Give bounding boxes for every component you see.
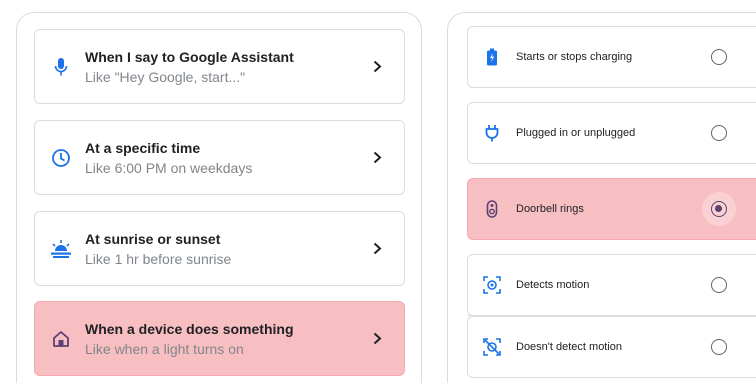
no-motion-icon bbox=[482, 317, 502, 377]
chevron-right-icon bbox=[370, 212, 384, 285]
clock-icon bbox=[50, 121, 72, 194]
mic-icon bbox=[50, 30, 72, 103]
starter-subtitle: Like when a light turns on bbox=[85, 340, 244, 357]
event-row-motion[interactable]: Detects motion bbox=[467, 254, 756, 316]
event-label: Plugged in or unplugged bbox=[516, 127, 636, 139]
event-radio[interactable] bbox=[711, 49, 727, 65]
starter-subtitle: Like 1 hr before sunrise bbox=[85, 250, 232, 267]
starter-subtitle: Like "Hey Google, start..." bbox=[85, 68, 246, 85]
event-row-doorbell[interactable]: Doorbell rings bbox=[467, 178, 756, 240]
motion-sensor-icon bbox=[482, 255, 502, 315]
sunrise-icon bbox=[50, 212, 72, 285]
starter-title: When I say to Google Assistant bbox=[85, 48, 294, 65]
house-icon bbox=[50, 302, 72, 375]
chevron-right-icon bbox=[370, 121, 384, 194]
event-radio[interactable] bbox=[711, 277, 727, 293]
event-row-no-motion[interactable]: Doesn't detect motion bbox=[467, 316, 756, 378]
event-label: Starts or stops charging bbox=[516, 51, 633, 63]
event-label: Doesn't detect motion bbox=[516, 341, 623, 353]
event-radio[interactable] bbox=[711, 125, 727, 141]
plug-icon bbox=[482, 103, 502, 163]
chevron-right-icon bbox=[370, 302, 384, 375]
event-label: Doorbell rings bbox=[516, 203, 584, 215]
doorbell-icon bbox=[482, 179, 502, 239]
event-radio-selected[interactable] bbox=[711, 201, 727, 217]
event-label: Detects motion bbox=[516, 279, 590, 291]
battery-charging-icon bbox=[482, 27, 502, 87]
starter-type-panel: When I say to Google Assistant Like "Hey… bbox=[16, 12, 422, 383]
starter-card-device[interactable]: When a device does something Like when a… bbox=[34, 301, 405, 376]
event-radio[interactable] bbox=[711, 339, 727, 355]
starter-card-time[interactable]: At a specific time Like 6:00 PM on weekd… bbox=[34, 120, 405, 195]
event-row-plug[interactable]: Plugged in or unplugged bbox=[467, 102, 756, 164]
starter-title: At a specific time bbox=[85, 139, 201, 156]
chevron-right-icon bbox=[370, 30, 384, 103]
starter-title: When a device does something bbox=[85, 320, 294, 337]
event-row-charging[interactable]: Starts or stops charging bbox=[467, 26, 756, 88]
starter-card-assistant[interactable]: When I say to Google Assistant Like "Hey… bbox=[34, 29, 405, 104]
device-event-panel: Starts or stops charging Plugged in or u… bbox=[447, 12, 756, 383]
starter-subtitle: Like 6:00 PM on weekdays bbox=[85, 159, 253, 176]
starter-card-sunrise[interactable]: At sunrise or sunset Like 1 hr before su… bbox=[34, 211, 405, 286]
starter-title: At sunrise or sunset bbox=[85, 230, 221, 247]
